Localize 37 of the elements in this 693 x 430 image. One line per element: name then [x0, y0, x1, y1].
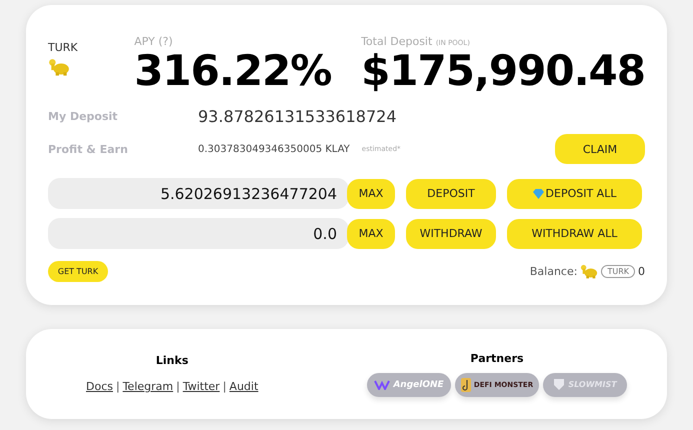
- turtle-icon: [580, 264, 598, 279]
- all-button[interactable]: DEPOSIT ALL: [507, 178, 642, 208]
- total-deposit-value: $175,990.48: [361, 48, 645, 94]
- profit-value: 0.303783049346350005 KLAY: [198, 144, 350, 154]
- balance-value: 0: [638, 264, 645, 278]
- wing-icon: [374, 380, 390, 390]
- max-button[interactable]: MAX: [347, 218, 395, 248]
- my-deposit-label: My Deposit: [48, 110, 119, 122]
- amount-field[interactable]: 0.0: [48, 218, 349, 249]
- token-label: TURK: [48, 41, 79, 54]
- max-button[interactable]: MAX: [347, 178, 395, 208]
- token-tag: TURK: [601, 264, 635, 278]
- get-turk-button[interactable]: GET TURK: [48, 261, 108, 282]
- partners-heading: Partners: [470, 352, 524, 364]
- total-deposit-label: Total Deposit: [361, 35, 432, 48]
- footer-link[interactable]: Twitter: [182, 380, 220, 393]
- balance-label: Balance:: [530, 264, 578, 278]
- separator: |: [116, 380, 120, 393]
- diamond-icon: [532, 188, 544, 198]
- apy-label: APY (?): [134, 35, 174, 48]
- footer-link[interactable]: Audit: [229, 380, 258, 393]
- action-button[interactable]: WITHDRAW: [406, 218, 496, 248]
- amount-field[interactable]: 5.62026913236477204: [48, 178, 349, 209]
- claim-button[interactable]: CLAIM: [555, 134, 645, 164]
- links-heading: Links: [156, 354, 188, 367]
- all-button[interactable]: WITHDRAW ALL: [507, 218, 642, 248]
- turtle-icon: [48, 58, 70, 76]
- separator: |: [176, 380, 180, 393]
- profit-label: Profit & Earn: [48, 142, 129, 156]
- shield-icon: [553, 378, 566, 391]
- my-deposit-value: 93.87826131533618724: [198, 106, 396, 126]
- footer-link[interactable]: Telegram: [122, 380, 174, 393]
- action-button[interactable]: DEPOSIT: [406, 178, 496, 208]
- music-note-icon: [460, 378, 471, 392]
- footer-link[interactable]: Docs: [86, 380, 113, 393]
- separator: |: [222, 380, 226, 393]
- apy-value: 316.22%: [134, 48, 332, 94]
